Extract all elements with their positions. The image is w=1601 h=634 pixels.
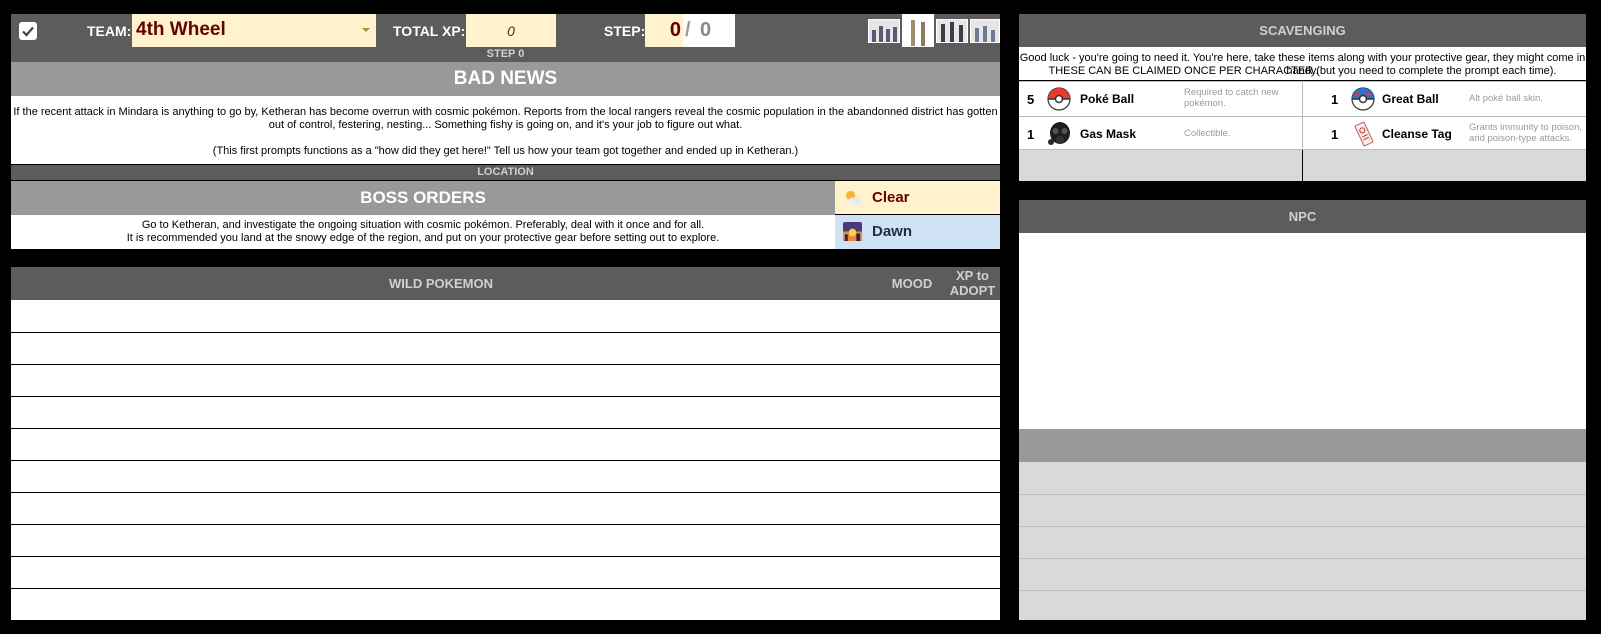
table-row <box>11 428 1000 429</box>
boss-orders-text: Go to Ketheran, and investigate the ongo… <box>11 215 835 249</box>
table-row <box>11 492 1000 493</box>
gas-mask-icon <box>1048 122 1070 145</box>
item-cell: 1 Gas Mask Collectible. <box>1019 117 1302 150</box>
time-value: Dawn <box>872 223 913 240</box>
boss-orders-title: BOSS ORDERS <box>11 181 835 215</box>
table-row <box>11 364 1000 365</box>
scavenging-intro-line: THESE CAN BE CLAIMED ONCE PER CHARACTER … <box>1048 65 1557 77</box>
chevron-down-icon <box>362 28 370 32</box>
table-row <box>11 396 1000 397</box>
table-row <box>11 556 1000 557</box>
empty-item-cell <box>1303 149 1586 181</box>
step-field[interactable]: 0 / 0 <box>645 14 735 47</box>
xp-header-line: XP to <box>956 268 989 283</box>
step-title: BAD NEWS <box>11 62 1000 96</box>
xp-header-line: ADOPT <box>949 283 996 298</box>
weather-value: Clear <box>872 189 910 206</box>
item-name: Poké Ball <box>1080 92 1135 106</box>
dawn-icon <box>843 222 862 241</box>
step-text: If the recent attack in Mindara is anyth… <box>13 106 998 131</box>
item-desc: Grants immunity to poison, and poison-ty… <box>1469 122 1582 144</box>
step-separator: / <box>685 19 691 41</box>
boss-orders-line: Go to Ketheran, and investigate the ongo… <box>141 219 705 231</box>
item-name: Cleanse Tag <box>1382 127 1452 141</box>
wild-pokemon-header: WILD POKEMON MOOD XP to ADOPT <box>11 267 1000 300</box>
time-cell: Dawn <box>835 215 1000 249</box>
total-xp-value: 0 <box>507 23 515 39</box>
empty-item-cell <box>1019 149 1302 181</box>
checkbox[interactable] <box>19 22 37 40</box>
top-bar: TEAM: 4th Wheel TOTAL XP: 0 STEP: 0 / 0 <box>11 14 1000 47</box>
npc-details <box>1019 462 1586 620</box>
check-icon <box>22 26 34 37</box>
scavenging-items: 5 Poké Ball Required to catch new pokémo… <box>1019 81 1586 150</box>
item-name: Great Ball <box>1382 92 1439 106</box>
table-row <box>11 460 1000 461</box>
item-count: 1 <box>1027 127 1035 142</box>
step-label: STEP: <box>604 23 646 39</box>
weather-cell: Clear <box>835 181 1000 214</box>
item-cell: 1 Great Ball Alt poké ball skin. <box>1303 82 1586 116</box>
mood-header: MOOD <box>891 276 933 291</box>
sun-cloud-icon <box>845 190 862 206</box>
scavenging-header: SCAVENGING <box>1019 14 1586 47</box>
item-name: Gas Mask <box>1080 127 1137 141</box>
location-header: LOCATION <box>11 165 1000 180</box>
item-count: 1 <box>1331 127 1339 142</box>
character-thumbnail[interactable] <box>970 19 1000 43</box>
item-count: 1 <box>1331 92 1339 107</box>
step-header: STEP 0 <box>11 47 1000 62</box>
npc-header: NPC <box>1019 200 1586 233</box>
item-desc: Alt poké ball skin. <box>1469 93 1543 104</box>
total-xp-field[interactable]: 0 <box>466 14 556 47</box>
character-thumbnail[interactable] <box>936 19 968 43</box>
poke-ball-icon <box>1047 87 1071 111</box>
cleanse-tag-icon <box>1354 121 1374 147</box>
item-desc: Required to catch new pokémon. <box>1184 87 1279 109</box>
character-thumbnail[interactable] <box>902 14 934 47</box>
step-current: 0 <box>645 14 683 47</box>
wild-pokemon-rows <box>11 300 1000 620</box>
step-note: (This first prompts functions as a "how … <box>212 145 799 157</box>
character-thumbnail[interactable] <box>868 19 900 43</box>
item-count: 5 <box>1027 92 1035 107</box>
item-desc: Collectible. <box>1184 128 1231 139</box>
team-value: 4th Wheel <box>136 19 226 40</box>
npc-name-band <box>1019 429 1586 462</box>
team-label: TEAM: <box>87 23 132 39</box>
xp-to-adopt-header: XP to ADOPT <box>945 268 1000 298</box>
great-ball-icon <box>1351 87 1375 111</box>
step-total: 0 <box>700 19 712 41</box>
table-row <box>11 332 1000 333</box>
table-row <box>11 524 1000 525</box>
item-cell: 5 Poké Ball Required to catch new pokémo… <box>1019 82 1302 116</box>
wild-pokemon-title: WILD POKEMON <box>389 276 493 291</box>
total-xp-label: TOTAL XP: <box>393 23 466 39</box>
table-row <box>11 588 1000 589</box>
step-description: If the recent attack in Mindara is anyth… <box>11 96 1000 164</box>
item-cell: 1 Cleanse Tag Grants immunity to poison,… <box>1303 117 1586 150</box>
team-select[interactable]: 4th Wheel <box>132 14 376 47</box>
scavenging-intro: Good luck - you're going to need it. You… <box>1019 47 1586 80</box>
npc-image-area <box>1019 233 1586 429</box>
boss-orders-line: It is recommended you land at the snowy … <box>126 232 720 244</box>
